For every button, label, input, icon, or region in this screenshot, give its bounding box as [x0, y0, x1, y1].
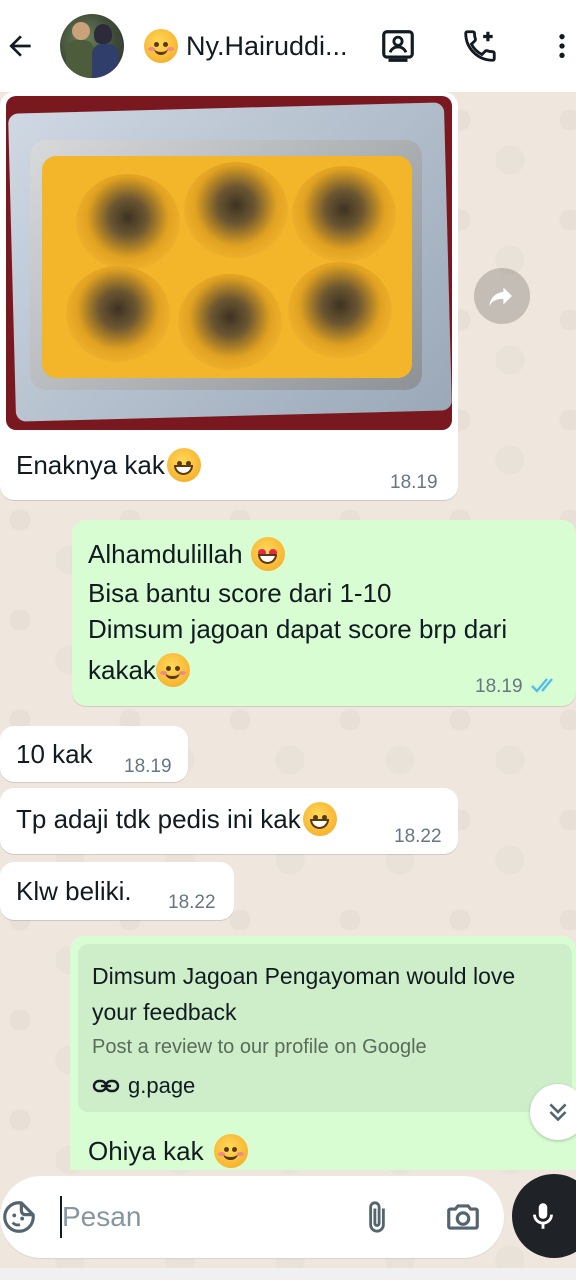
forward-icon [489, 287, 512, 306]
add-call-icon [464, 30, 496, 62]
message-text: 10 kak [16, 739, 93, 769]
incoming-message[interactable]: Tp adaji tdk pedis ini kak 18.22 [0, 788, 458, 854]
image-message[interactable]: Enaknya kak 18.19 [0, 92, 458, 500]
attach-icon[interactable] [360, 1198, 394, 1236]
outgoing-link-message[interactable]: Dimsum Jagoan Pengayoman would love your… [70, 936, 576, 1170]
incoming-message[interactable]: 10 kak 18.19 [0, 726, 188, 782]
sticker-icon[interactable] [0, 1198, 38, 1236]
add-call-button[interactable] [458, 24, 502, 68]
incoming-message[interactable]: Klw beliki. 18.22 [0, 862, 234, 920]
voice-message-button[interactable] [512, 1174, 576, 1258]
read-ticks-icon [531, 678, 553, 693]
system-nav-strip [0, 1268, 576, 1280]
message-line: Bisa bantu score dari 1-10 [88, 578, 392, 608]
message-time: 18.22 [394, 826, 442, 847]
chat-header: Ny.Hairuddi... [0, 0, 576, 92]
link-icon [92, 1079, 120, 1093]
message-list[interactable]: Enaknya kak 18.19 Alhamdulillah Bisa ban… [0, 92, 576, 1170]
mic-icon [533, 1203, 553, 1229]
more-vert-icon [559, 34, 565, 58]
contact-card-button[interactable] [376, 24, 420, 68]
message-line: kakak [88, 655, 156, 685]
message-input[interactable] [62, 1194, 332, 1240]
message-time: 18.22 [168, 892, 216, 913]
outgoing-message[interactable]: Alhamdulillah Bisa bantu score dari 1-10… [72, 520, 576, 706]
forward-button[interactable] [474, 268, 530, 324]
link-preview-description: Post a review to our profile on Google [92, 1036, 427, 1058]
link-preview-url[interactable]: g.page [128, 1073, 195, 1099]
grinning-face-emoji [166, 448, 201, 482]
contact-card-icon [382, 30, 414, 62]
double-chevron-down-icon [549, 1103, 567, 1122]
message-text: Tp adaji tdk pedis ini kak [16, 804, 301, 834]
link-preview-title: Dimsum Jagoan Pengayoman would love your… [92, 963, 516, 1025]
camera-icon[interactable] [444, 1198, 482, 1236]
heart-eyes-emoji [250, 537, 285, 571]
smiling-face-with-hearts-emoji [155, 653, 190, 687]
link-preview-card[interactable]: Dimsum Jagoan Pengayoman would love your… [78, 944, 572, 1112]
back-arrow-icon [9, 35, 31, 57]
more-options-button[interactable] [540, 24, 576, 68]
message-line: Dimsum jagoan dapat score brp dari [88, 614, 508, 644]
back-button[interactable] [0, 0, 40, 92]
message-input-container[interactable] [0, 1176, 504, 1258]
message-line: Alhamdulillah [88, 539, 243, 569]
composer [0, 1170, 576, 1280]
contact-avatar[interactable] [60, 14, 124, 78]
grinning-face-emoji [302, 802, 337, 836]
smiling-face-emoji [213, 1134, 248, 1168]
contact-title[interactable]: Ny.Hairuddi... [144, 29, 374, 63]
contact-name: Ny.Hairuddi... [186, 30, 348, 61]
message-time: 18.19 [124, 756, 172, 777]
food-photo[interactable] [6, 96, 452, 430]
message-time: 18.19 [390, 472, 438, 493]
message-text: Klw beliki. [16, 876, 132, 906]
message-text: Ohiya kak [88, 1136, 204, 1166]
smiling-face-with-hearts-emoji [144, 29, 178, 63]
message-time: 18.19 [475, 676, 523, 697]
message-text: Enaknya kak [16, 450, 165, 480]
